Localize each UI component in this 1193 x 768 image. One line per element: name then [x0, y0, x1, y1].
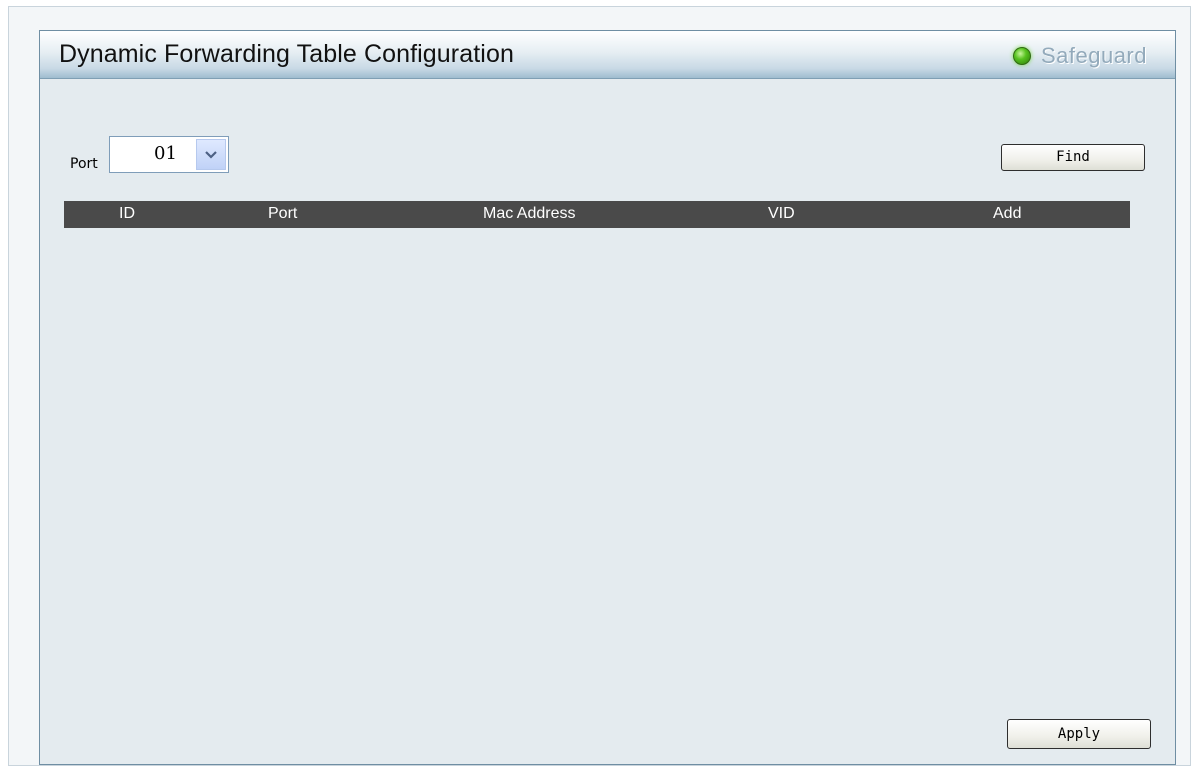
column-header-mac-address: Mac Address	[483, 205, 576, 222]
page-frame: Dynamic Forwarding Table Configuration S…	[8, 6, 1191, 766]
safeguard-label: Safeguard	[1040, 43, 1147, 68]
port-label: Port	[70, 156, 98, 172]
port-select[interactable]: 01	[109, 136, 229, 173]
page-title: Dynamic Forwarding Table Configuration	[59, 40, 514, 68]
title-bar: Dynamic Forwarding Table Configuration S…	[40, 31, 1175, 79]
column-header-add: Add	[993, 205, 1022, 222]
apply-button[interactable]: Apply	[1007, 719, 1151, 749]
chevron-down-icon	[205, 150, 217, 159]
safeguard-indicator[interactable]: Safeguard	[1012, 43, 1147, 69]
status-led-icon	[1012, 47, 1031, 65]
column-header-port: Port	[268, 205, 298, 222]
dropdown-button[interactable]	[196, 139, 226, 170]
port-select-value: 01	[154, 143, 177, 164]
find-button[interactable]: Find	[1001, 144, 1145, 171]
column-header-vid: VID	[768, 205, 795, 222]
config-panel: Dynamic Forwarding Table Configuration S…	[39, 30, 1176, 765]
table-header: ID Port Mac Address VID Add	[64, 201, 1130, 228]
column-header-id: ID	[119, 205, 135, 222]
